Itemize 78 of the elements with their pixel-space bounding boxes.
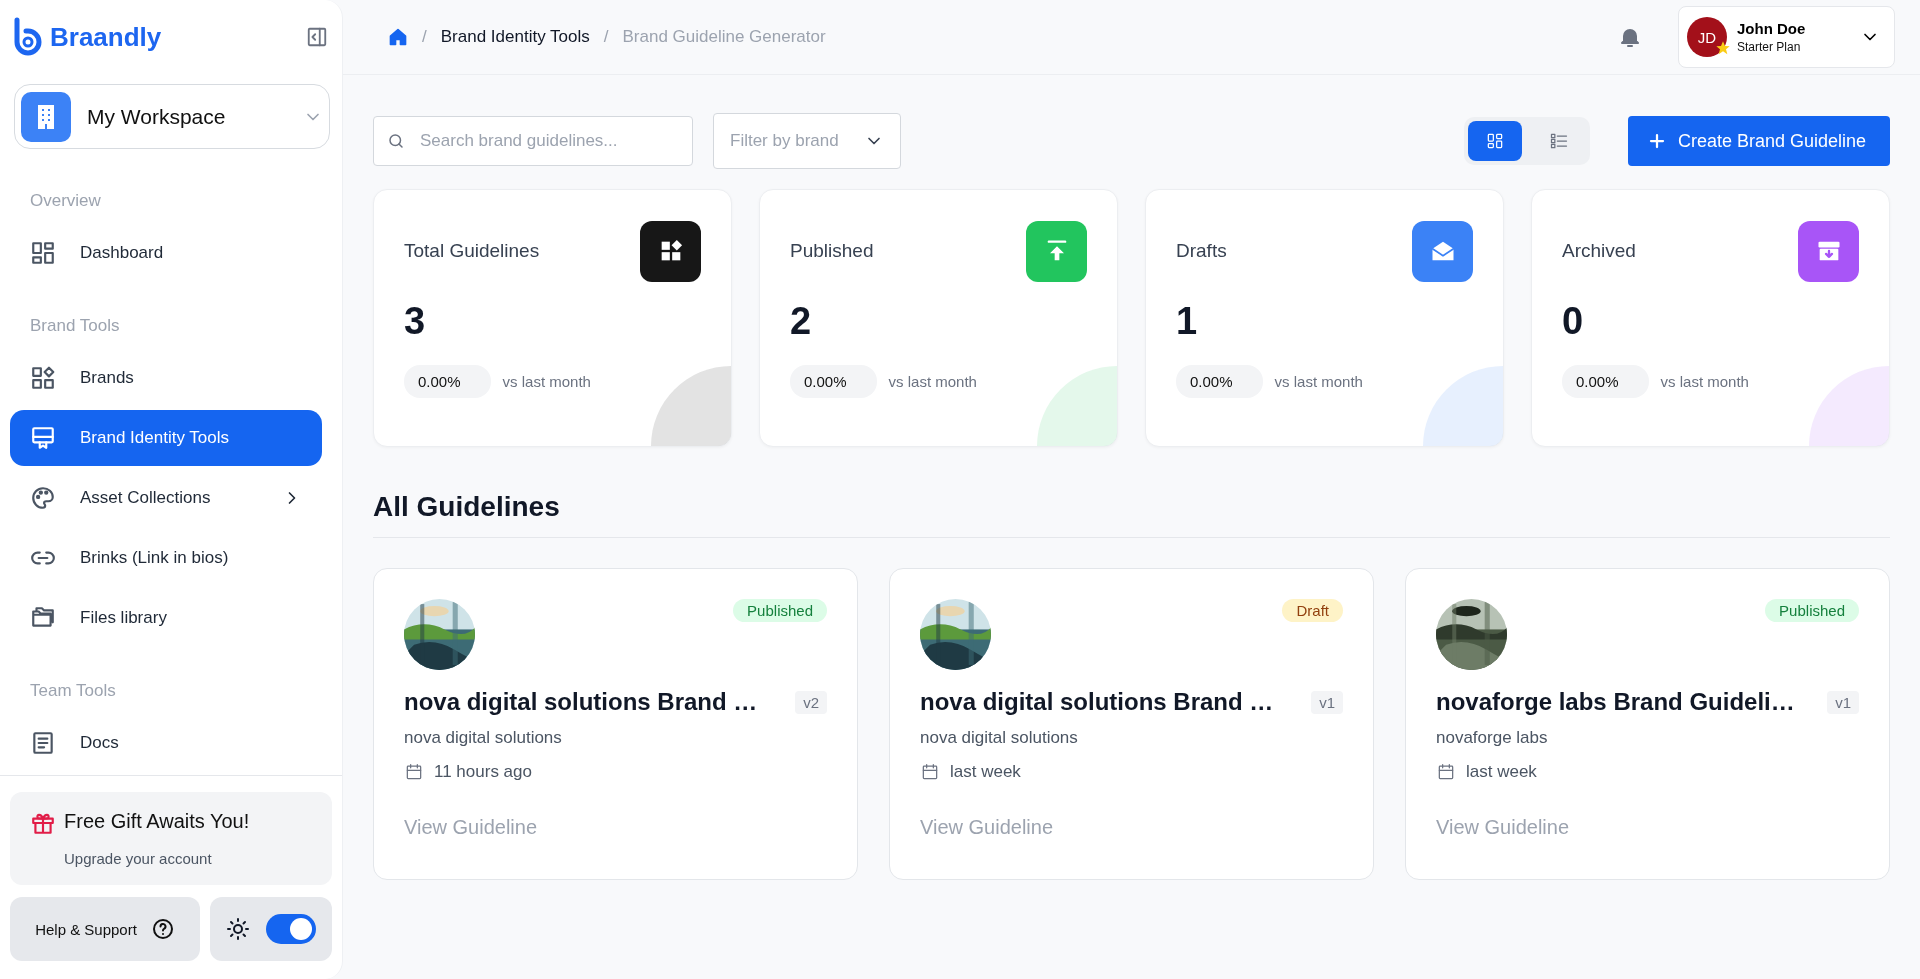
guideline-title: nova digital solutions Brand …	[920, 688, 1274, 716]
user-plan: Starter Plan	[1737, 40, 1802, 54]
calendar-icon	[1436, 762, 1456, 782]
status-badge: Published	[1765, 599, 1859, 622]
sidebar-item[interactable]: Asset Collections	[10, 469, 322, 527]
dashboard-icon	[30, 240, 56, 267]
stat-title: Total Guidelines	[404, 240, 540, 262]
stat-title: Published	[790, 240, 874, 262]
user-name: John Doe	[1737, 20, 1807, 37]
sidebar-item[interactable]: Docs	[10, 714, 322, 772]
comparison-note: vs last month	[1660, 373, 1749, 390]
breadcrumb-current: Brand Guideline Generator	[622, 27, 826, 47]
help-support-button[interactable]: Help & Support	[10, 897, 200, 961]
grid-view-icon	[1485, 131, 1505, 151]
version-tag: v2	[795, 690, 827, 714]
brand-name: novaforge labs	[1436, 728, 1549, 748]
collapse-sidebar-button[interactable]	[306, 26, 328, 48]
user-avatar: JD	[1687, 17, 1727, 57]
brand-name: nova digital solutions	[404, 728, 563, 748]
section-heading: Overview	[29, 191, 102, 211]
comparison-note: vs last month	[1274, 373, 1363, 390]
sidebar-item[interactable]: Dashboard	[10, 225, 322, 282]
calendar-icon	[404, 762, 424, 782]
list-view-icon	[1549, 131, 1569, 151]
change-pill: 0.00%	[790, 365, 877, 398]
palette-icon	[30, 485, 56, 511]
change-pill: 0.00%	[1176, 365, 1263, 398]
stat-title: Drafts	[1176, 240, 1227, 262]
search-field[interactable]: Search brand guidelines...	[373, 116, 693, 166]
logo-text: Braandly	[50, 21, 162, 53]
sun-icon	[226, 917, 250, 941]
plus-icon	[1648, 132, 1666, 150]
sidebar-item[interactable]: Files library	[10, 590, 322, 647]
status-badge: Draft	[1282, 599, 1343, 622]
updated-time: 11 hours ago	[434, 762, 532, 782]
collapse-sidebar-icon	[306, 26, 328, 48]
workspace-selector[interactable]: My Workspace	[14, 84, 330, 149]
change-pill: 0.00%	[404, 365, 491, 398]
stat-title: Archived	[1562, 240, 1636, 262]
section-title: All Guidelines	[373, 491, 1890, 538]
version-tag: v1	[1311, 690, 1343, 714]
updated-time: last week	[950, 762, 1021, 782]
breadcrumb-separator: /	[603, 27, 609, 47]
comparison-note: vs last month	[502, 373, 591, 390]
calendar-icon	[920, 762, 940, 782]
comparison-note: vs last month	[888, 373, 977, 390]
user-menu[interactable]: JD John Doe Starter Plan	[1678, 6, 1895, 68]
stat-value: 2	[790, 300, 813, 343]
stat-value: 3	[404, 300, 427, 343]
help-icon	[150, 917, 175, 941]
stat-value: 0	[1562, 300, 1585, 343]
certificate-icon	[30, 424, 56, 451]
logo-icon	[14, 17, 44, 57]
section-heading: Brand Tools	[29, 315, 121, 336]
breadcrumb-separator: /	[422, 27, 427, 47]
section-heading: Team Tools	[29, 680, 117, 701]
theme-toggle[interactable]	[266, 914, 316, 944]
guideline-title: nova digital solutions Brand …	[404, 688, 758, 716]
sidebar-item[interactable]: Brands	[10, 349, 322, 406]
building-icon	[35, 102, 57, 131]
guideline-title: novaforge labs Brand Guideli…	[1436, 688, 1795, 716]
home-link[interactable]	[388, 27, 408, 47]
view-toggle[interactable]	[1468, 121, 1522, 161]
version-tag: v1	[1827, 690, 1859, 714]
sidebar-item[interactable]: Brand Identity Tools	[10, 409, 322, 466]
brand-name: nova digital solutions	[920, 728, 1079, 748]
breadcrumb-link[interactable]: Brand Identity Tools	[440, 27, 590, 47]
stat-value: 1	[1176, 300, 1199, 343]
create-guideline-button[interactable]: Create Brand Guideline	[1628, 116, 1890, 166]
home-icon	[388, 27, 408, 47]
document-icon	[30, 729, 56, 756]
status-badge: Published	[733, 599, 827, 622]
sidebar-item[interactable]: Brinks (Link in bios)	[10, 530, 322, 587]
shapes-grid-icon	[30, 364, 56, 391]
upgrade-card[interactable]: Free Gift Awaits You! Upgrade your account	[10, 792, 332, 885]
updated-time: last week	[1466, 762, 1537, 782]
change-pill: 0.00%	[1562, 365, 1649, 398]
star-badge-icon	[1715, 40, 1731, 56]
